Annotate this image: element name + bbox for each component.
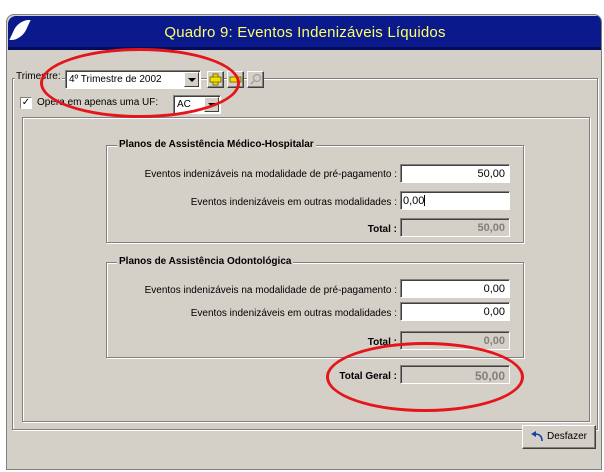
top-margin xyxy=(0,0,604,14)
add-trimestre-button[interactable] xyxy=(207,71,224,88)
odonto-total-field: 0,00 xyxy=(400,331,510,350)
total-geral-field: 50,00 xyxy=(400,365,510,384)
medico-pre-input[interactable]: 50,00 xyxy=(400,164,510,183)
uf-checkbox[interactable]: ✓ xyxy=(20,97,32,109)
medico-total-field: 50,00 xyxy=(400,218,510,237)
trimestre-select[interactable]: 4º Trimestre de 2002 xyxy=(65,70,201,89)
uf-checkbox-label: Opera em apenas uma UF: xyxy=(37,97,159,108)
undo-button[interactable]: Desfazer xyxy=(522,425,596,449)
odonto-pre-input[interactable]: 0,00 xyxy=(400,279,510,298)
trimestre-selected: 4º Trimestre de 2002 xyxy=(69,74,162,85)
title-bar: Quadro 9: Eventos Indenizáveis Líquidos xyxy=(8,16,601,50)
medico-outras-label: Eventos indenizáveis em outras modalidad… xyxy=(190,197,397,208)
remove-trimestre-button[interactable] xyxy=(227,71,244,88)
odonto-pre-label: Eventos indenizáveis na modalidade de pr… xyxy=(144,285,397,296)
trimestre-label: Trimestre: xyxy=(15,71,62,82)
minus-icon xyxy=(229,76,242,83)
uf-dropdown-button[interactable] xyxy=(204,97,219,112)
medico-outras-value: 0,00 xyxy=(403,195,425,207)
undo-arrow-icon xyxy=(531,431,543,442)
medico-total-label: Total : xyxy=(367,224,397,235)
uf-selected: AC xyxy=(177,99,191,110)
magnifier-icon xyxy=(250,73,262,85)
window-title: Quadro 9: Eventos Indenizáveis Líquidos xyxy=(164,24,446,41)
uf-select[interactable]: AC xyxy=(173,95,221,114)
quadro-window: Quadro 9: Eventos Indenizáveis Líquidos … xyxy=(6,14,602,470)
odonto-outras-label: Eventos indenizáveis em outras modalidad… xyxy=(190,308,397,319)
total-geral-label: Total Geral : xyxy=(339,371,397,382)
search-trimestre-button[interactable] xyxy=(247,71,264,88)
undo-label: Desfazer xyxy=(547,431,588,442)
trimestre-dropdown-button[interactable] xyxy=(184,72,199,87)
medico-pre-label: Eventos indenizáveis na modalidade de pr… xyxy=(144,169,397,180)
medico-outras-input[interactable]: 0,00 xyxy=(400,191,510,210)
odonto-outras-input[interactable]: 0,00 xyxy=(400,302,510,321)
text-caret xyxy=(424,195,426,206)
odonto-group-title: Planos de Assistência Odontológica xyxy=(117,256,294,267)
odonto-total-label: Total : xyxy=(367,337,397,348)
medico-group-title: Planos de Assistência Médico-Hospitalar xyxy=(117,139,316,150)
plus-icon xyxy=(209,73,222,86)
